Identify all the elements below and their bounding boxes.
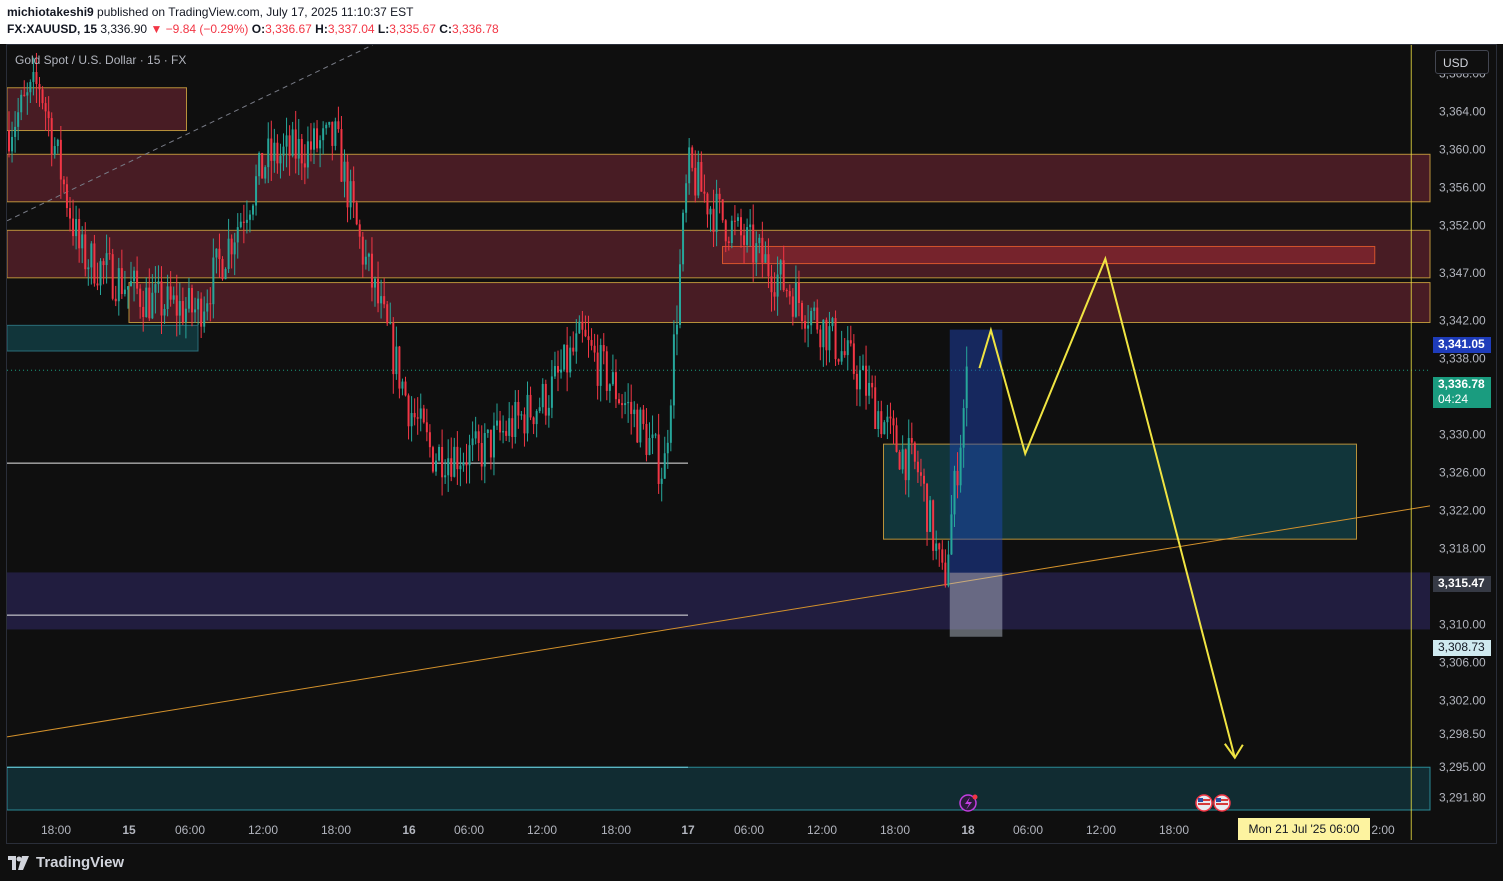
crosshair-date-label: Mon 21 Jul '25 06:00 [1238, 818, 1370, 840]
tradingview-brand: TradingView [36, 854, 125, 871]
currency-button[interactable]: USD [1435, 50, 1489, 74]
current-price-tag: 3,336.78 04:24 [1433, 377, 1491, 408]
stop-price-tag: 3,308.73 [1433, 640, 1491, 656]
chart-frame [6, 44, 1497, 844]
tradingview-logo[interactable]: TradingView [8, 854, 124, 871]
target-price-tag: 3,341.05 [1433, 337, 1491, 353]
current-price-value: 3,336.78 [1438, 377, 1485, 391]
chart-title[interactable]: Gold Spot / U.S. Dollar · 15 · FX [15, 53, 186, 67]
entry-price-tag: 3,315.47 [1433, 576, 1491, 592]
bar-countdown: 04:24 [1438, 392, 1469, 406]
tradingview-logo-icon [8, 855, 29, 870]
footer: TradingView [0, 846, 1503, 881]
